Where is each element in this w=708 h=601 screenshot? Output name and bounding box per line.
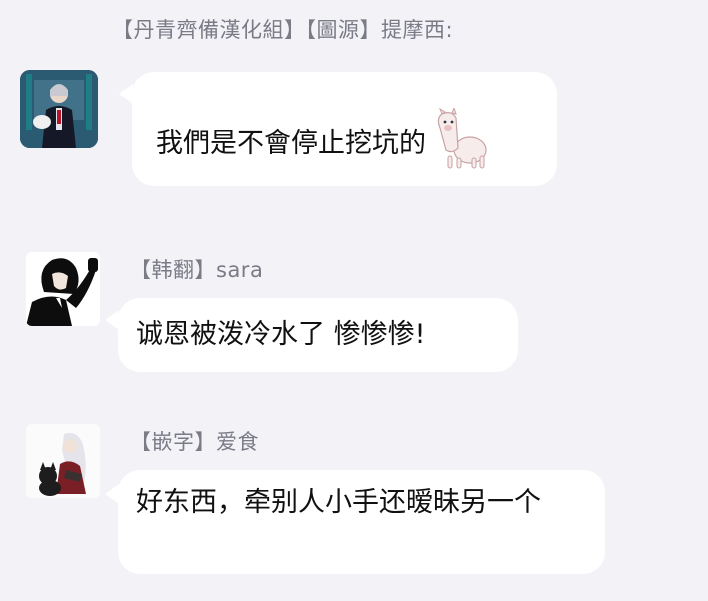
sender-name: 【韩翻】sara (130, 258, 264, 282)
message-bubble[interactable]: 好东西，牵别人小手还暧昧另一个 (118, 470, 605, 574)
avatar[interactable] (26, 424, 100, 498)
sender-name: 【嵌字】爱食 (130, 430, 259, 454)
message-bubble[interactable]: 我們是不會停止挖坑的 (132, 72, 557, 186)
avatar-image (26, 252, 100, 326)
message-text: 诚恩被泼冷水了 惨惨惨! (136, 319, 426, 350)
message-bubble[interactable]: 诚恩被泼冷水了 惨惨惨! (118, 298, 518, 372)
message-text: 好东西，牵别人小手还暧昧另一个 (136, 487, 541, 518)
alpaca-sticker-icon (430, 106, 488, 179)
avatar[interactable] (26, 252, 100, 326)
avatar-image (20, 70, 98, 148)
avatar[interactable] (20, 70, 98, 148)
bubble-tail (105, 484, 119, 504)
avatar-image (26, 424, 100, 498)
message-text: 我們是不會停止挖坑的 (156, 127, 426, 159)
bubble-tail (119, 84, 133, 104)
sender-name: 【丹青齊備漢化組】【圖源】提摩西: (112, 18, 454, 42)
bubble-tail (105, 310, 119, 330)
